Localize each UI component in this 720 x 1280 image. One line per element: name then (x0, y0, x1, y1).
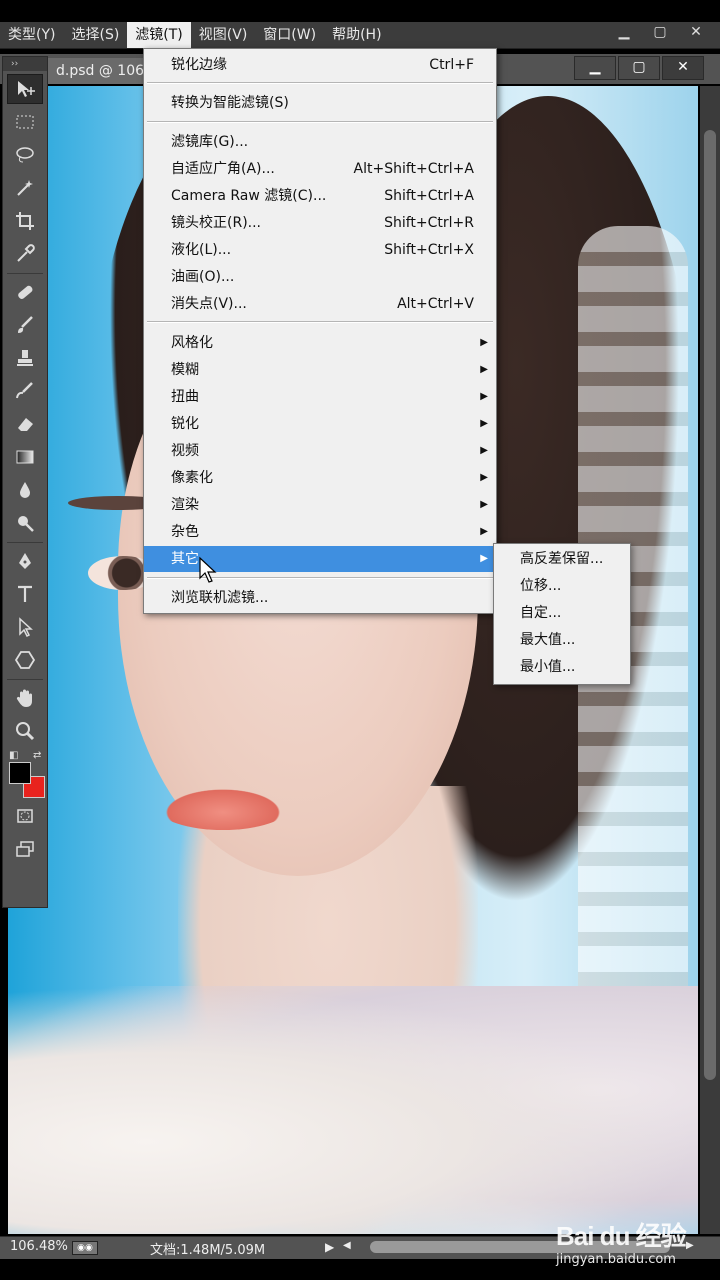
menu-item-sharpen[interactable]: 锐化 ▶ (144, 411, 496, 437)
menu-item-blur[interactable]: 模糊 ▶ (144, 357, 496, 383)
quick-mask-icon[interactable] (7, 801, 43, 831)
foreground-color-swatch[interactable] (9, 762, 31, 784)
history-brush-tool-icon[interactable] (7, 376, 43, 406)
app-close-icon[interactable]: ✕ (678, 22, 714, 44)
eraser-tool-icon[interactable] (7, 409, 43, 439)
status-menu-arrow-icon[interactable]: ▶ (325, 1240, 334, 1254)
submenu-arrow-icon: ▶ (480, 418, 488, 429)
shape-tool-icon[interactable] (7, 645, 43, 675)
menu-item-vanishing-point[interactable]: 消失点(V)... Alt+Ctrl+V (144, 291, 496, 317)
zoom-tool-icon[interactable] (7, 716, 43, 746)
magic-wand-tool-icon[interactable] (7, 173, 43, 203)
doc-minimize-icon[interactable]: ▁ (574, 56, 616, 80)
filter-menu: 锐化边缘 Ctrl+F 转换为智能滤镜(S) 滤镜库(G)... 自适应广角(A… (143, 48, 497, 614)
menu-item-pixelate[interactable]: 像素化 ▶ (144, 465, 496, 491)
submenu-arrow-icon: ▶ (480, 553, 488, 564)
menu-type[interactable]: 类型(Y) (0, 22, 63, 48)
move-tool-icon[interactable] (7, 74, 43, 104)
submenu-arrow-icon: ▶ (480, 472, 488, 483)
menu-select[interactable]: 选择(S) (63, 22, 127, 48)
portrait-lips (158, 786, 288, 830)
menu-item-browse-online-filters[interactable]: 浏览联机滤镜... (144, 585, 496, 611)
toolbox-panel: ›› ◧ ⇄ (2, 56, 48, 908)
hand-tool-icon[interactable] (7, 683, 43, 713)
menu-window[interactable]: 窗口(W) (255, 22, 324, 48)
baidu-watermark: Bai du 经验 jingyan.baidu.com (556, 1216, 716, 1272)
submenu-item-minimum[interactable]: 最小值... (520, 654, 575, 680)
menu-item-lens-correction[interactable]: 镜头校正(R)... Shift+Ctrl+R (144, 210, 496, 236)
mouse-cursor-icon (199, 556, 217, 583)
clone-stamp-tool-icon[interactable] (7, 343, 43, 373)
menu-item-filter-gallery[interactable]: 滤镜库(G)... (144, 129, 496, 155)
blur-tool-icon[interactable] (7, 475, 43, 505)
portrait-clothes (8, 986, 698, 1234)
type-tool-icon[interactable] (7, 579, 43, 609)
submenu-arrow-icon: ▶ (480, 499, 488, 510)
submenu-arrow-icon: ▶ (480, 337, 488, 348)
document-info[interactable]: 文档:1.48M/5.09M (150, 1239, 265, 1258)
submenu-item-custom[interactable]: 自定... (520, 600, 561, 626)
menu-item-adaptive-wide-angle[interactable]: 自适应广角(A)... Alt+Shift+Ctrl+A (144, 156, 496, 182)
menu-item-convert-smart-filter[interactable]: 转换为智能滤镜(S) (144, 90, 496, 116)
submenu-arrow-icon: ▶ (480, 445, 488, 456)
watermark-url: jingyan.baidu.com (556, 1252, 676, 1267)
default-colors-icon[interactable]: ◧ (9, 750, 18, 761)
path-selection-tool-icon[interactable] (7, 612, 43, 642)
submenu-arrow-icon: ▶ (480, 526, 488, 537)
menu-item-video[interactable]: 视频 ▶ (144, 438, 496, 464)
menu-item-render[interactable]: 渲染 ▶ (144, 492, 496, 518)
app-minimize-icon[interactable]: ▁ (606, 22, 642, 44)
doc-restore-icon[interactable]: ▢ (618, 56, 660, 80)
photoshop-window: 类型(Y) 选择(S) 滤镜(T) 视图(V) 窗口(W) 帮助(H) ▁ ▢ … (0, 0, 720, 1280)
zoom-level[interactable]: 106.48% (10, 1239, 68, 1254)
menu-item-distort[interactable]: 扭曲 ▶ (144, 384, 496, 410)
submenu-item-high-pass[interactable]: 高反差保留... (520, 546, 603, 572)
menu-item-sharpen-edges[interactable]: 锐化边缘 Ctrl+F (144, 52, 496, 78)
submenu-arrow-icon: ▶ (480, 364, 488, 375)
eyedropper-tool-icon[interactable] (7, 239, 43, 269)
menu-item-liquify[interactable]: 液化(L)... Shift+Ctrl+X (144, 237, 496, 263)
submenu-item-offset[interactable]: 位移... (520, 573, 561, 599)
menu-bar: 类型(Y) 选择(S) 滤镜(T) 视图(V) 窗口(W) 帮助(H) ▁ ▢ … (0, 22, 720, 49)
brush-tool-icon[interactable] (7, 310, 43, 340)
menu-help[interactable]: 帮助(H) (324, 22, 389, 48)
menu-filter[interactable]: 滤镜(T) (127, 22, 191, 48)
menu-item-other[interactable]: 其它 ▶ (144, 546, 496, 572)
doc-close-icon[interactable]: ✕ (662, 56, 704, 80)
watermark-logo: Bai du 经验 (556, 1221, 687, 1251)
zoom-options-icon[interactable]: ◉◉ (72, 1241, 98, 1255)
submenu-item-maximum[interactable]: 最大值... (520, 627, 575, 653)
dodge-tool-icon[interactable] (7, 508, 43, 538)
gradient-tool-icon[interactable] (7, 442, 43, 472)
crop-tool-icon[interactable] (7, 206, 43, 236)
pen-tool-icon[interactable] (7, 546, 43, 576)
toolbox-collapse-icon[interactable]: ›› (3, 57, 47, 71)
other-submenu: 高反差保留... 位移... 自定... 最大值... 最小值... (493, 543, 631, 685)
swap-colors-icon[interactable]: ⇄ (33, 750, 41, 761)
screen-mode-icon[interactable] (7, 834, 43, 864)
color-swatches: ◧ ⇄ (5, 750, 47, 798)
scroll-left-icon[interactable]: ◀ (343, 1240, 351, 1251)
vertical-scrollbar-thumb[interactable] (704, 130, 716, 1080)
submenu-arrow-icon: ▶ (480, 391, 488, 402)
marquee-tool-icon[interactable] (7, 107, 43, 137)
menu-item-oil-paint[interactable]: 油画(O)... (144, 264, 496, 290)
menu-item-camera-raw[interactable]: Camera Raw 滤镜(C)... Shift+Ctrl+A (144, 183, 496, 209)
healing-brush-tool-icon[interactable] (7, 277, 43, 307)
menu-item-noise[interactable]: 杂色 ▶ (144, 519, 496, 545)
lasso-tool-icon[interactable] (7, 140, 43, 170)
menu-item-stylize[interactable]: 风格化 ▶ (144, 330, 496, 356)
app-maximize-icon[interactable]: ▢ (642, 22, 678, 44)
menu-view[interactable]: 视图(V) (191, 22, 256, 48)
